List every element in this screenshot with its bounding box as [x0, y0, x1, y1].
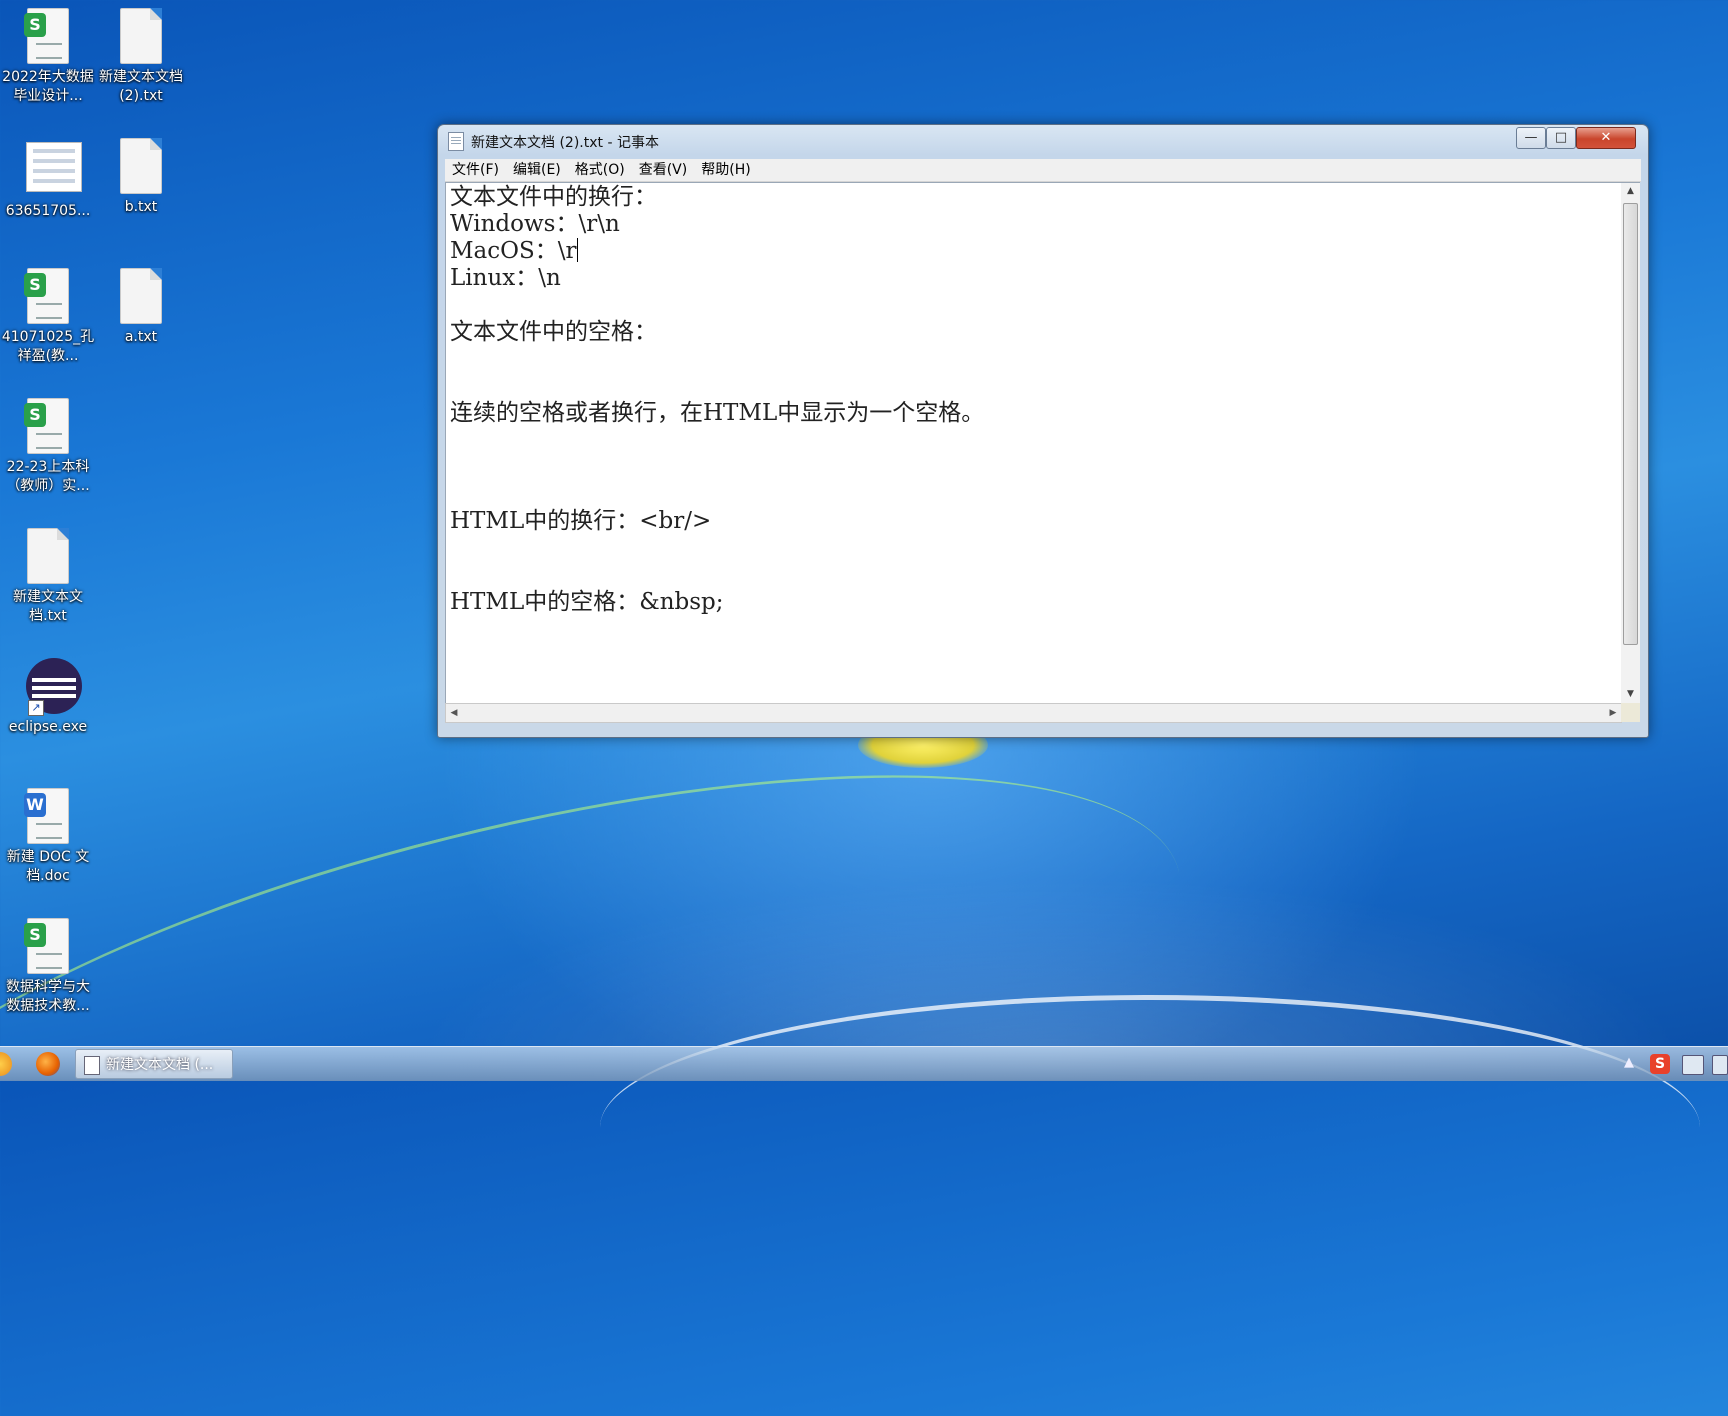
desktop-icon-text-file[interactable]: 新建文本文档 (2).txt — [93, 8, 189, 106]
editor-line: 连续的空格或者换行，在HTML中显示为一个空格。 — [450, 400, 985, 426]
firefox-icon[interactable] — [36, 1052, 60, 1076]
text-editor-area[interactable]: 文本文件中的换行： Windows：\r\n MacOS：\r Linux：\n… — [445, 182, 1622, 704]
desktop-icon-label: 63651705... — [5, 203, 91, 219]
desktop-icon-label: eclipse.exe — [8, 719, 88, 735]
vertical-scrollbar[interactable]: ▲ ▼ — [1621, 182, 1640, 704]
scroll-right-icon[interactable]: ▶ — [1605, 704, 1621, 722]
editor-line: Linux：\n — [450, 265, 561, 291]
menu-help[interactable]: 帮助(H) — [694, 159, 757, 181]
taskbar-notepad-button[interactable]: 新建文本文档 (... — [75, 1049, 233, 1079]
desktop-icon-spreadsheet[interactable]: S 2022年大数据毕业设计... — [0, 8, 96, 106]
editor-line-text: MacOS：\r — [450, 238, 577, 264]
desktop-icon-spreadsheet[interactable]: S 数据科学与大数据技术教... — [0, 918, 96, 1016]
desktop-icon-label: 新建 DOC 文档.doc — [6, 849, 90, 884]
spreadsheet-icon: S — [24, 398, 69, 454]
desktop-icon-form-image[interactable]: 63651705... — [0, 138, 96, 221]
editor-line: HTML中的换行：<br/> — [450, 508, 712, 534]
desktop-icon-eclipse[interactable]: ↗ eclipse.exe — [0, 658, 96, 737]
start-button-icon[interactable] — [0, 1052, 12, 1076]
editor-line: 文本文件中的换行： — [450, 184, 657, 210]
window-title: 新建文本文档 (2).txt - 记事本 — [471, 135, 659, 151]
scroll-left-icon[interactable]: ◀ — [446, 704, 462, 722]
desktop-icon-label: 新建文本文档 (2).txt — [99, 69, 183, 104]
text-file-icon — [120, 138, 162, 194]
notepad-window[interactable]: 新建文本文档 (2).txt - 记事本 — □ ✕ 文件(F) 编辑(E) 格式(… — [437, 124, 1649, 738]
editor-line: HTML中的空格：&nbsp; — [450, 589, 724, 615]
notepad-icon — [84, 1056, 100, 1075]
desktop-icon-label: 数据科学与大数据技术教... — [6, 979, 90, 1014]
menu-bar: 文件(F) 编辑(E) 格式(O) 查看(V) 帮助(H) — [445, 159, 1641, 182]
menu-format[interactable]: 格式(O) — [568, 159, 632, 181]
spreadsheet-icon: S — [24, 918, 69, 974]
minimize-button[interactable]: — — [1516, 127, 1546, 149]
desktop-icon-label: 新建文本文档.txt — [13, 589, 83, 624]
word-doc-icon: W — [24, 788, 69, 844]
spreadsheet-icon: S — [24, 268, 69, 324]
maximize-button[interactable]: □ — [1546, 127, 1576, 149]
wallpaper-swoosh — [600, 995, 1700, 1260]
desktop-icon-text-file[interactable]: a.txt — [93, 268, 189, 347]
taskbar: 新建文本文档 (... ▲ S — [0, 1046, 1728, 1081]
spreadsheet-icon: S — [24, 8, 69, 64]
text-file-icon — [120, 268, 162, 324]
menu-file[interactable]: 文件(F) — [445, 159, 506, 181]
taskbar-button-label: 新建文本文档 (... — [106, 1057, 214, 1073]
menu-edit[interactable]: 编辑(E) — [506, 159, 568, 181]
close-button[interactable]: ✕ — [1576, 127, 1636, 149]
desktop-icon-label: 41071025_孔祥盈(教... — [1, 329, 95, 364]
desktop-icon-label: 2022年大数据毕业设计... — [2, 69, 94, 104]
text-caret — [576, 238, 578, 262]
scroll-down-icon[interactable]: ▼ — [1621, 686, 1640, 703]
horizontal-scrollbar[interactable]: ◀ ▶ — [445, 703, 1622, 723]
volume-icon[interactable] — [1712, 1055, 1728, 1075]
scrollbar-thumb[interactable] — [1623, 203, 1638, 645]
desktop-icon-label: b.txt — [124, 199, 158, 215]
text-file-icon — [27, 528, 69, 584]
desktop-icon-word-doc[interactable]: W 新建 DOC 文档.doc — [0, 788, 96, 886]
menu-view[interactable]: 查看(V) — [632, 159, 695, 181]
desktop-icon-text-file[interactable]: b.txt — [93, 138, 189, 217]
shortcut-arrow-icon: ↗ — [28, 700, 44, 716]
desktop-icon-text-file[interactable]: 新建文本文档.txt — [0, 528, 96, 626]
notepad-icon — [448, 132, 464, 151]
resize-grip-icon[interactable] — [1621, 703, 1640, 722]
sogou-input-icon[interactable]: S — [1650, 1054, 1670, 1074]
desktop-icon-label: 22-23上本科（教师）实... — [6, 459, 90, 494]
editor-line: Windows：\r\n — [450, 211, 620, 237]
scroll-up-icon[interactable]: ▲ — [1621, 183, 1640, 200]
title-bar[interactable]: 新建文本文档 (2).txt - 记事本 — □ ✕ — [438, 125, 1648, 157]
tray-expand-icon[interactable]: ▲ — [1624, 1055, 1634, 1070]
editor-line: 文本文件中的空格： — [450, 319, 657, 345]
form-image-icon — [26, 142, 82, 192]
desktop-icon-spreadsheet[interactable]: S 41071025_孔祥盈(教... — [0, 268, 96, 366]
network-icon[interactable] — [1682, 1055, 1704, 1075]
desktop-icon-label: a.txt — [124, 329, 158, 345]
desktop-icon-spreadsheet[interactable]: S 22-23上本科（教师）实... — [0, 398, 96, 496]
editor-line: MacOS：\r — [450, 237, 578, 265]
text-file-icon — [120, 8, 162, 64]
